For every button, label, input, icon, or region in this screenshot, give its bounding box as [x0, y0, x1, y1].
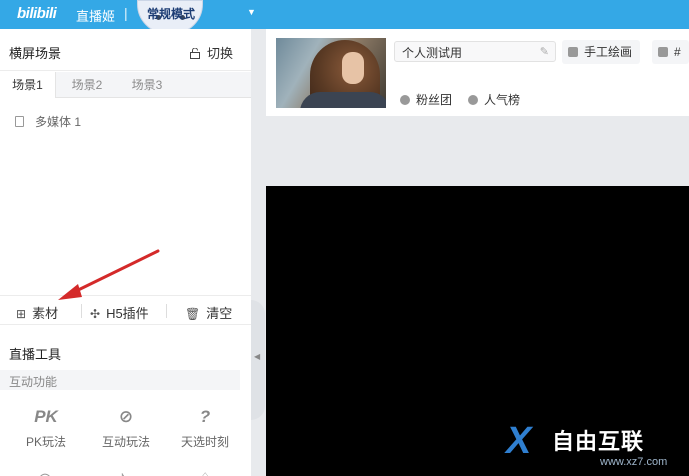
category-chip[interactable]: 手工绘画	[562, 40, 641, 64]
add-material-button[interactable]: ⊞ 素材	[16, 303, 58, 322]
fan-club-label: 粉丝团	[416, 93, 453, 107]
room-title-value: 个人测试用	[402, 46, 463, 60]
watermark-brand: 自由互联	[552, 429, 645, 454]
interact-section: 互动功能	[0, 370, 240, 390]
flame-icon	[468, 95, 478, 105]
pk-icon: PK	[34, 407, 58, 426]
material-label: 素材	[32, 306, 59, 321]
collapse-handle[interactable]: ◀	[251, 300, 265, 420]
scene-tabs: 场景1 场景2 场景3	[0, 72, 251, 98]
pk-label: PK玩法	[25, 435, 66, 449]
fan-club-icon	[400, 95, 410, 105]
lock-icon	[190, 48, 200, 59]
popularity-chip[interactable]: 人气榜	[462, 88, 529, 112]
trash-icon: 🗑	[185, 307, 201, 321]
interactive-tool[interactable]: ⊘ 互动玩法	[90, 407, 162, 450]
scene-title: 横屏场景	[9, 46, 62, 61]
tool-icon[interactable]: ◎	[38, 469, 52, 476]
switch-label: 切换	[207, 46, 234, 61]
title-separator: |	[124, 5, 128, 21]
divider	[166, 304, 167, 318]
h5-plugin-button[interactable]: ✣ H5插件	[90, 303, 149, 322]
edit-icon[interactable]: ✎	[540, 45, 549, 58]
tag-chip[interactable]: #	[652, 40, 689, 64]
live-tools-title: 直播工具	[9, 347, 62, 362]
tool-icon[interactable]: ♪	[118, 469, 126, 476]
category-label: 手工绘画	[584, 45, 633, 59]
lucky-label: 天选时刻	[180, 435, 229, 449]
clear-button[interactable]: 🗑 清空	[185, 303, 232, 322]
switch-button[interactable]: 切换	[190, 43, 233, 62]
lucky-tool[interactable]: ? 天选时刻	[169, 407, 241, 450]
title-bar: bilibili 直播姬 | 常规模式 ▼	[0, 0, 689, 34]
category-icon	[568, 47, 578, 57]
tab-scene-2[interactable]: 场景2	[58, 72, 116, 98]
pk-tool[interactable]: PK PK玩法	[10, 407, 82, 450]
lucky-icon: ?	[199, 407, 211, 426]
popularity-label: 人气榜	[484, 93, 521, 107]
chevron-down-icon[interactable]: ▼	[247, 7, 256, 17]
fan-club-chip[interactable]: 粉丝团	[394, 88, 461, 112]
watermark: X 自由互联 www.xz7.com	[500, 420, 689, 476]
tab-scene-1[interactable]: 场景1	[0, 72, 56, 98]
watermark-url: www.xz7.com	[600, 456, 668, 468]
tab-scene-3[interactable]: 场景3	[118, 72, 176, 98]
room-title-input[interactable]: 个人测试用 ✎	[394, 41, 556, 62]
clear-label: 清空	[206, 306, 233, 321]
left-panel: 横屏场景 切换 场景1 场景2 场景3 多媒体 1 ⊞ 素材 ✣ H5插件 🗑 清空 …	[0, 29, 251, 476]
scene-header: 横屏场景 切换	[0, 29, 251, 71]
divider	[81, 304, 82, 318]
source-item[interactable]: 多媒体 1	[15, 113, 81, 130]
tool-icon[interactable]: ♢	[198, 469, 212, 476]
bilibili-logo: bilibili	[17, 5, 57, 22]
tag-label: #	[674, 45, 681, 59]
interactive-icon: ⊘	[118, 407, 134, 426]
mode-selector[interactable]: 常规模式	[147, 5, 195, 22]
interactive-label: 互动玩法	[101, 435, 150, 449]
interact-label: 互动功能	[9, 375, 58, 389]
h5-label: H5插件	[106, 306, 149, 321]
puzzle-icon: ✣	[90, 307, 101, 321]
hashtag-icon	[658, 47, 668, 57]
app-name: 直播姬	[76, 9, 116, 24]
file-icon	[15, 116, 24, 127]
chevron-left-icon: ◀	[254, 352, 261, 361]
source-label: 多媒体 1	[35, 115, 82, 129]
plus-square-icon: ⊞	[16, 307, 27, 321]
watermark-logo: X	[506, 420, 532, 462]
room-cover-thumbnail[interactable]	[276, 38, 386, 108]
source-toolbar: ⊞ 素材 ✣ H5插件 🗑 清空	[0, 295, 251, 325]
